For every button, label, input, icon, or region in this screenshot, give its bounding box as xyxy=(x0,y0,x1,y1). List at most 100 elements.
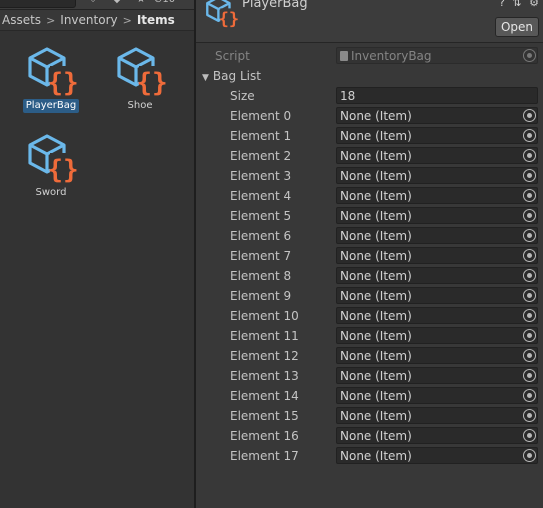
bag-list-element-row: Element 16 None (Item) xyxy=(196,426,543,446)
bag-list-label-text: Bag List xyxy=(212,69,261,83)
object-picker-icon[interactable] xyxy=(523,249,536,262)
element-object-value: None (Item) xyxy=(340,189,412,203)
element-object-field[interactable]: None (Item) xyxy=(336,347,538,364)
object-picker-icon[interactable] xyxy=(523,409,536,422)
object-picker-icon[interactable] xyxy=(523,349,536,362)
asset-playerbag[interactable]: {} PlayerBag xyxy=(16,44,86,113)
filter-dropdown-icon[interactable]: ◆ xyxy=(108,0,126,8)
element-label: Element 11 xyxy=(230,329,299,343)
bag-list-element-row: Element 6 None (Item) xyxy=(196,226,543,246)
object-picker-icon xyxy=(523,49,536,62)
object-picker-icon[interactable] xyxy=(523,329,536,342)
open-button[interactable]: Open xyxy=(495,17,539,37)
bag-list-element-row: Element 17 None (Item) xyxy=(196,446,543,466)
element-object-field[interactable]: None (Item) xyxy=(336,247,538,264)
object-picker-icon[interactable] xyxy=(523,189,536,202)
breadcrumb-items[interactable]: Items xyxy=(137,13,175,27)
help-icon[interactable]: ? xyxy=(499,0,507,9)
project-toolbar: ⌵ ◆ ★ ⊘10 xyxy=(0,0,194,10)
object-picker-icon[interactable] xyxy=(523,229,536,242)
foldout-arrow-down-icon[interactable]: ▼ xyxy=(202,73,209,83)
object-picker-icon[interactable] xyxy=(523,309,536,322)
hidden-packages-count[interactable]: ⊘10 xyxy=(154,0,175,6)
bag-list-element-row: Element 8 None (Item) xyxy=(196,266,543,286)
element-object-field[interactable]: None (Item) xyxy=(336,267,538,284)
bag-list-element-row: Element 7 None (Item) xyxy=(196,246,543,266)
asset-shoe[interactable]: {} Shoe xyxy=(105,44,175,113)
bag-list-foldout[interactable]: ▼ Bag List xyxy=(196,66,543,86)
element-object-field[interactable]: None (Item) xyxy=(336,207,538,224)
element-label: Element 2 xyxy=(230,149,292,163)
object-picker-icon[interactable] xyxy=(523,369,536,382)
script-label: Script xyxy=(215,49,250,63)
size-row: Size 18 xyxy=(196,86,543,106)
inspector-header-icons: ? ⇅ ⚙ xyxy=(499,0,541,9)
element-object-field[interactable]: None (Item) xyxy=(336,107,538,124)
bag-list-element-row: Element 4 None (Item) xyxy=(196,186,543,206)
object-picker-icon[interactable] xyxy=(523,129,536,142)
element-label: Element 14 xyxy=(230,389,299,403)
settings-gear-icon[interactable]: ⚙ xyxy=(529,0,541,9)
bag-list-element-row: Element 3 None (Item) xyxy=(196,166,543,186)
element-object-field[interactable]: None (Item) xyxy=(336,227,538,244)
svg-text:{}: {} xyxy=(136,68,166,96)
asset-label: Shoe xyxy=(127,100,153,111)
element-object-field[interactable]: None (Item) xyxy=(336,147,538,164)
svg-text:{}: {} xyxy=(47,155,77,183)
breadcrumb-inventory[interactable]: Inventory xyxy=(60,13,117,27)
element-object-field[interactable]: None (Item) xyxy=(336,127,538,144)
size-input[interactable]: 18 xyxy=(336,87,538,104)
bag-list-element-row: Element 10 None (Item) xyxy=(196,306,543,326)
element-label: Element 15 xyxy=(230,409,299,423)
hidden-packages-count-value: 10 xyxy=(162,0,175,5)
object-picker-icon[interactable] xyxy=(523,289,536,302)
element-object-value: None (Item) xyxy=(340,229,412,243)
presets-icon[interactable]: ⇅ xyxy=(512,0,523,9)
bag-list-element-row: Element 15 None (Item) xyxy=(196,406,543,426)
element-object-value: None (Item) xyxy=(340,409,412,423)
element-object-field[interactable]: None (Item) xyxy=(336,367,538,384)
element-object-field[interactable]: None (Item) xyxy=(336,407,538,424)
element-label: Element 3 xyxy=(230,169,292,183)
element-object-field[interactable]: None (Item) xyxy=(336,327,538,344)
object-picker-icon[interactable] xyxy=(523,149,536,162)
asset-sword[interactable]: {} Sword xyxy=(16,131,86,200)
svg-text:{}: {} xyxy=(219,10,238,28)
scriptable-object-icon: {} xyxy=(28,134,77,183)
script-row: Script InventoryBag xyxy=(196,46,543,66)
element-object-field[interactable]: None (Item) xyxy=(336,167,538,184)
element-object-value: None (Item) xyxy=(340,369,412,383)
object-picker-icon[interactable] xyxy=(523,429,536,442)
bag-list-element-row: Element 2 None (Item) xyxy=(196,146,543,166)
bag-list-element-row: Element 13 None (Item) xyxy=(196,366,543,386)
object-picker-icon[interactable] xyxy=(523,449,536,462)
element-object-field[interactable]: None (Item) xyxy=(336,287,538,304)
project-panel: ⌵ ◆ ★ ⊘10 Assets > Inventory > Items {} … xyxy=(0,0,196,508)
element-object-field[interactable]: None (Item) xyxy=(336,187,538,204)
element-label: Element 1 xyxy=(230,129,292,143)
element-object-field[interactable]: None (Item) xyxy=(336,387,538,404)
favorite-star-icon[interactable]: ★ xyxy=(132,0,150,8)
element-object-value: None (Item) xyxy=(340,209,412,223)
breadcrumb-assets[interactable]: Assets xyxy=(2,13,41,27)
object-picker-icon[interactable] xyxy=(523,269,536,282)
element-object-value: None (Item) xyxy=(340,249,412,263)
element-object-value: None (Item) xyxy=(340,329,412,343)
project-search-input[interactable] xyxy=(0,0,76,8)
element-object-field[interactable]: None (Item) xyxy=(336,447,538,464)
element-object-field[interactable]: None (Item) xyxy=(336,427,538,444)
create-dropdown-icon[interactable]: ⌵ xyxy=(84,0,102,8)
element-object-field[interactable]: None (Item) xyxy=(336,307,538,324)
element-object-value: None (Item) xyxy=(340,149,412,163)
inspector-panel: {} PlayerBag ? ⇅ ⚙ Open Script Inventory… xyxy=(196,0,543,508)
breadcrumb: Assets > Inventory > Items xyxy=(0,10,194,31)
object-picker-icon[interactable] xyxy=(523,169,536,182)
object-picker-icon[interactable] xyxy=(523,209,536,222)
asset-label: Sword xyxy=(35,187,67,198)
element-label: Element 0 xyxy=(230,109,292,123)
bag-list-label: ▼ Bag List xyxy=(202,66,261,88)
element-object-value: None (Item) xyxy=(340,109,412,123)
object-picker-icon[interactable] xyxy=(523,389,536,402)
object-picker-icon[interactable] xyxy=(523,109,536,122)
element-label: Element 17 xyxy=(230,449,299,463)
